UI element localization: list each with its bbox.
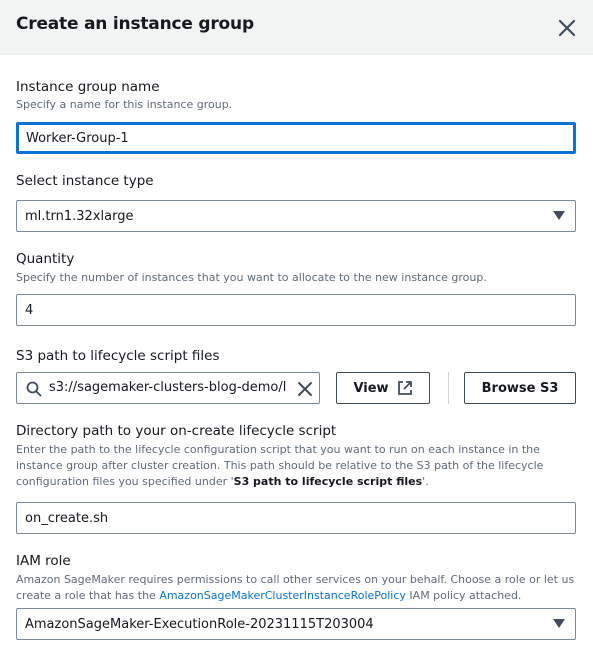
iam-role-desc-pre: create a role that has the (16, 589, 160, 602)
s3-path-input[interactable]: s3://sagemaker-clusters-blog-demo/l (16, 372, 320, 404)
caret-down-icon (553, 619, 565, 628)
iam-role-select[interactable]: AmazonSageMaker-ExecutionRole-20231115T2… (16, 608, 576, 640)
s3-path-label: S3 path to lifecycle script files (16, 348, 220, 364)
search-icon (26, 381, 42, 397)
iam-role-desc-post: IAM policy attached. (405, 589, 522, 602)
on-create-description-line1: Enter the path to the lifecycle configur… (16, 443, 540, 456)
divider (448, 372, 449, 404)
clear-icon[interactable] (296, 380, 314, 398)
group-name-description: Specify a name for this instance group. (16, 98, 233, 111)
on-create-label: Directory path to your on-create lifecyc… (16, 423, 337, 439)
close-icon[interactable] (555, 16, 579, 40)
on-create-description-line2: instance group after cluster creation. T… (16, 459, 544, 472)
iam-role-value: AmazonSageMaker-ExecutionRole-20231115T2… (25, 616, 374, 632)
browse-s3-button[interactable]: Browse S3 (464, 372, 576, 404)
on-create-desc-pre: configuration files you specified under … (16, 475, 234, 488)
iam-role-description-line1: Amazon SageMaker requires permissions to… (16, 573, 575, 586)
on-create-desc-post: '. (422, 475, 429, 488)
dialog-header: Create an instance group (0, 0, 593, 55)
instance-type-value: ml.trn1.32xlarge (25, 208, 134, 224)
s3-path-value: s3://sagemaker-clusters-blog-demo/l (49, 380, 287, 395)
quantity-input[interactable]: 4 (16, 294, 576, 326)
view-button-label: View (353, 380, 389, 396)
group-name-label: Instance group name (16, 79, 160, 95)
on-create-input[interactable]: on_create.sh (16, 502, 576, 534)
quantity-description: Specify the number of instances that you… (16, 271, 487, 284)
instance-type-label: Select instance type (16, 173, 154, 189)
group-name-input[interactable]: Worker-Group-1 (16, 122, 576, 154)
caret-down-icon (553, 211, 565, 220)
iam-role-description-line2: create a role that has the AmazonSageMak… (16, 588, 521, 604)
browse-s3-button-label: Browse S3 (481, 380, 559, 396)
instance-type-select[interactable]: ml.trn1.32xlarge (16, 200, 576, 232)
quantity-value: 4 (25, 302, 34, 318)
quantity-label: Quantity (16, 251, 75, 267)
iam-policy-link[interactable]: AmazonSageMakerClusterInstanceRolePolicy (159, 589, 406, 602)
group-name-value: Worker-Group-1 (26, 130, 129, 146)
on-create-value: on_create.sh (25, 510, 109, 526)
on-create-desc-bold: S3 path to lifecycle script files (233, 475, 423, 488)
view-button[interactable]: View (336, 372, 430, 404)
dialog-title: Create an instance group (16, 14, 254, 34)
on-create-description-line3: configuration files you specified under … (16, 474, 429, 490)
iam-role-label: IAM role (16, 553, 71, 569)
external-link-icon (397, 381, 412, 395)
